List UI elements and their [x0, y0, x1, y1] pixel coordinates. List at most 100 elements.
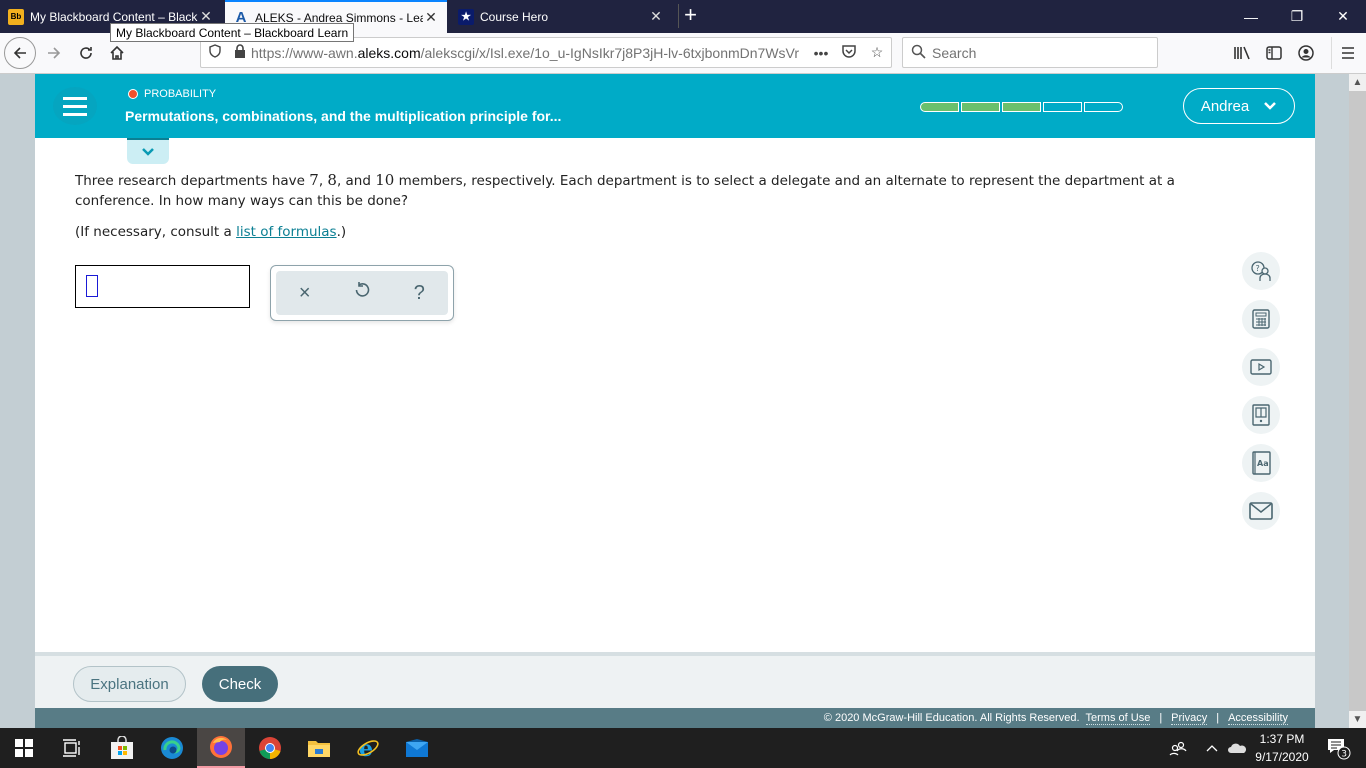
chrome-icon[interactable] — [246, 728, 294, 768]
close-window-button[interactable]: ✕ — [1320, 0, 1366, 33]
mail-icon[interactable] — [393, 728, 441, 768]
firefox-icon[interactable] — [197, 728, 245, 768]
video-icon — [1250, 359, 1272, 375]
explanation-button[interactable]: Explanation — [73, 666, 186, 702]
course-hero-icon: ★ — [458, 8, 474, 25]
formula-hint: (If necessary, consult a list of formula… — [75, 224, 347, 240]
menu-icon[interactable] — [1331, 37, 1363, 69]
clock-time: 1:37 PM — [1259, 732, 1305, 746]
footer: © 2020 McGraw-Hill Education. All Rights… — [35, 708, 1315, 728]
system-clock[interactable]: 1:37 PM 9/17/2020 — [1244, 730, 1320, 766]
reload-icon — [80, 47, 92, 59]
message-icon — [1249, 502, 1273, 520]
close-tab-icon[interactable]: ✕ — [648, 8, 664, 25]
search-input[interactable]: Search — [902, 37, 1158, 68]
aleks-page: PROBABILITY Permutations, combinations, … — [35, 74, 1315, 728]
scroll-down-arrow-icon[interactable]: ▼ — [1349, 711, 1366, 728]
chevron-down-icon — [1264, 102, 1277, 110]
answer-cursor — [86, 275, 98, 297]
people-icon[interactable] — [1166, 728, 1190, 768]
microsoft-store-icon[interactable] — [98, 728, 146, 768]
ask-instructor-button[interactable]: ? — [1242, 252, 1280, 290]
check-button[interactable]: Check — [202, 666, 278, 702]
hamburger-line — [63, 112, 87, 116]
progress-segment-empty — [1043, 102, 1082, 112]
privacy-link[interactable]: Privacy — [1171, 712, 1208, 725]
tab-title: My Blackboard Content – Black — [30, 9, 198, 24]
dictionary-icon: Aa — [1252, 451, 1271, 475]
clock-date: 9/17/2020 — [1255, 750, 1309, 764]
file-explorer-icon[interactable] — [295, 728, 343, 768]
internet-explorer-icon[interactable]: e — [344, 728, 392, 768]
edge-icon[interactable] — [148, 728, 196, 768]
forward-button[interactable] — [38, 37, 70, 69]
calculator-icon — [1252, 309, 1270, 329]
progress-bar — [920, 102, 1123, 112]
close-tab-icon[interactable]: ✕ — [423, 9, 439, 26]
main-menu-button[interactable] — [53, 87, 97, 125]
windows-start-icon[interactable] — [0, 728, 48, 768]
question-text: Three research departments have 7, 8, an… — [75, 171, 1175, 209]
page-gutter — [1315, 74, 1349, 728]
lock-icon[interactable] — [229, 44, 251, 61]
bookmark-star-icon[interactable]: ☆ — [863, 44, 891, 61]
hamburger-line — [63, 104, 87, 108]
tab-tooltip: My Blackboard Content – Blackboard Learn — [110, 23, 355, 42]
progress-segment-filled — [961, 102, 1000, 112]
arrow-right-icon — [48, 47, 61, 59]
undo-button[interactable] — [342, 281, 382, 305]
new-tab-button[interactable]: + — [678, 4, 702, 28]
message-button[interactable] — [1242, 492, 1280, 530]
page-scrollbar[interactable]: ▲ ▼ — [1349, 74, 1366, 728]
help-button[interactable]: ? — [399, 282, 439, 305]
calculator-button[interactable] — [1242, 300, 1280, 338]
user-name: Andrea — [1200, 97, 1250, 115]
action-center-button[interactable]: 3 — [1320, 728, 1356, 768]
reload-button[interactable] — [70, 37, 102, 69]
search-placeholder: Search — [932, 44, 977, 61]
arrow-left-icon — [13, 47, 26, 59]
video-button[interactable] — [1242, 348, 1280, 386]
svg-text:Aa: Aa — [1257, 459, 1269, 468]
pocket-icon[interactable] — [835, 43, 863, 62]
copyright-text: © 2020 McGraw-Hill Education. All Rights… — [823, 712, 1080, 724]
scroll-up-arrow-icon[interactable]: ▲ — [1349, 74, 1366, 91]
answer-input[interactable] — [75, 265, 250, 308]
page-actions-icon[interactable]: ••• — [807, 45, 835, 61]
lesson-title: Permutations, combinations, and the mult… — [125, 108, 562, 124]
tab-title: Course Hero — [480, 9, 549, 24]
task-view-icon[interactable] — [48, 728, 96, 768]
dictionary-button[interactable]: Aa — [1242, 444, 1280, 482]
topic-status-dot — [128, 89, 138, 99]
side-tools: ? Aa — [1242, 252, 1280, 530]
progress-segment-empty — [1084, 102, 1123, 112]
footer-separator: | — [1159, 712, 1163, 724]
progress-segment-filled — [1002, 102, 1041, 112]
minimize-button[interactable]: — — [1228, 0, 1274, 33]
show-hidden-icons-chevron-up-icon[interactable] — [1202, 728, 1222, 768]
url-text[interactable]: https://www-awn.aleks.com/alekscgi/x/Isl… — [251, 45, 807, 61]
user-menu-button[interactable]: Andrea — [1183, 88, 1295, 124]
account-icon[interactable] — [1290, 37, 1322, 69]
ebook-button[interactable] — [1242, 396, 1280, 434]
terms-of-use-link[interactable]: Terms of Use — [1085, 712, 1151, 725]
search-icon — [911, 44, 926, 62]
back-button[interactable] — [4, 37, 36, 69]
aleks-header: PROBABILITY Permutations, combinations, … — [35, 74, 1315, 138]
topic-name: PROBABILITY — [144, 88, 217, 100]
ebook-icon — [1252, 404, 1270, 426]
tab-course-hero[interactable]: ★ Course Hero ✕ — [450, 0, 672, 33]
tracking-shield-icon[interactable] — [201, 44, 229, 61]
answer-tool-palette: × ? — [270, 265, 454, 321]
expand-lesson-button[interactable] — [127, 138, 169, 164]
chevron-down-icon — [142, 148, 154, 156]
sidebar-icon[interactable] — [1258, 37, 1290, 69]
list-of-formulas-link[interactable]: list of formulas — [236, 224, 337, 240]
accessibility-link[interactable]: Accessibility — [1228, 712, 1288, 725]
blackboard-icon: Bb — [8, 8, 24, 25]
library-icon[interactable] — [1226, 37, 1258, 69]
clear-button[interactable]: × — [285, 282, 325, 305]
progress-segment-filled — [920, 102, 959, 112]
restore-button[interactable]: ❐ — [1274, 0, 1320, 33]
notifications-icon: 3 — [1328, 739, 1351, 760]
